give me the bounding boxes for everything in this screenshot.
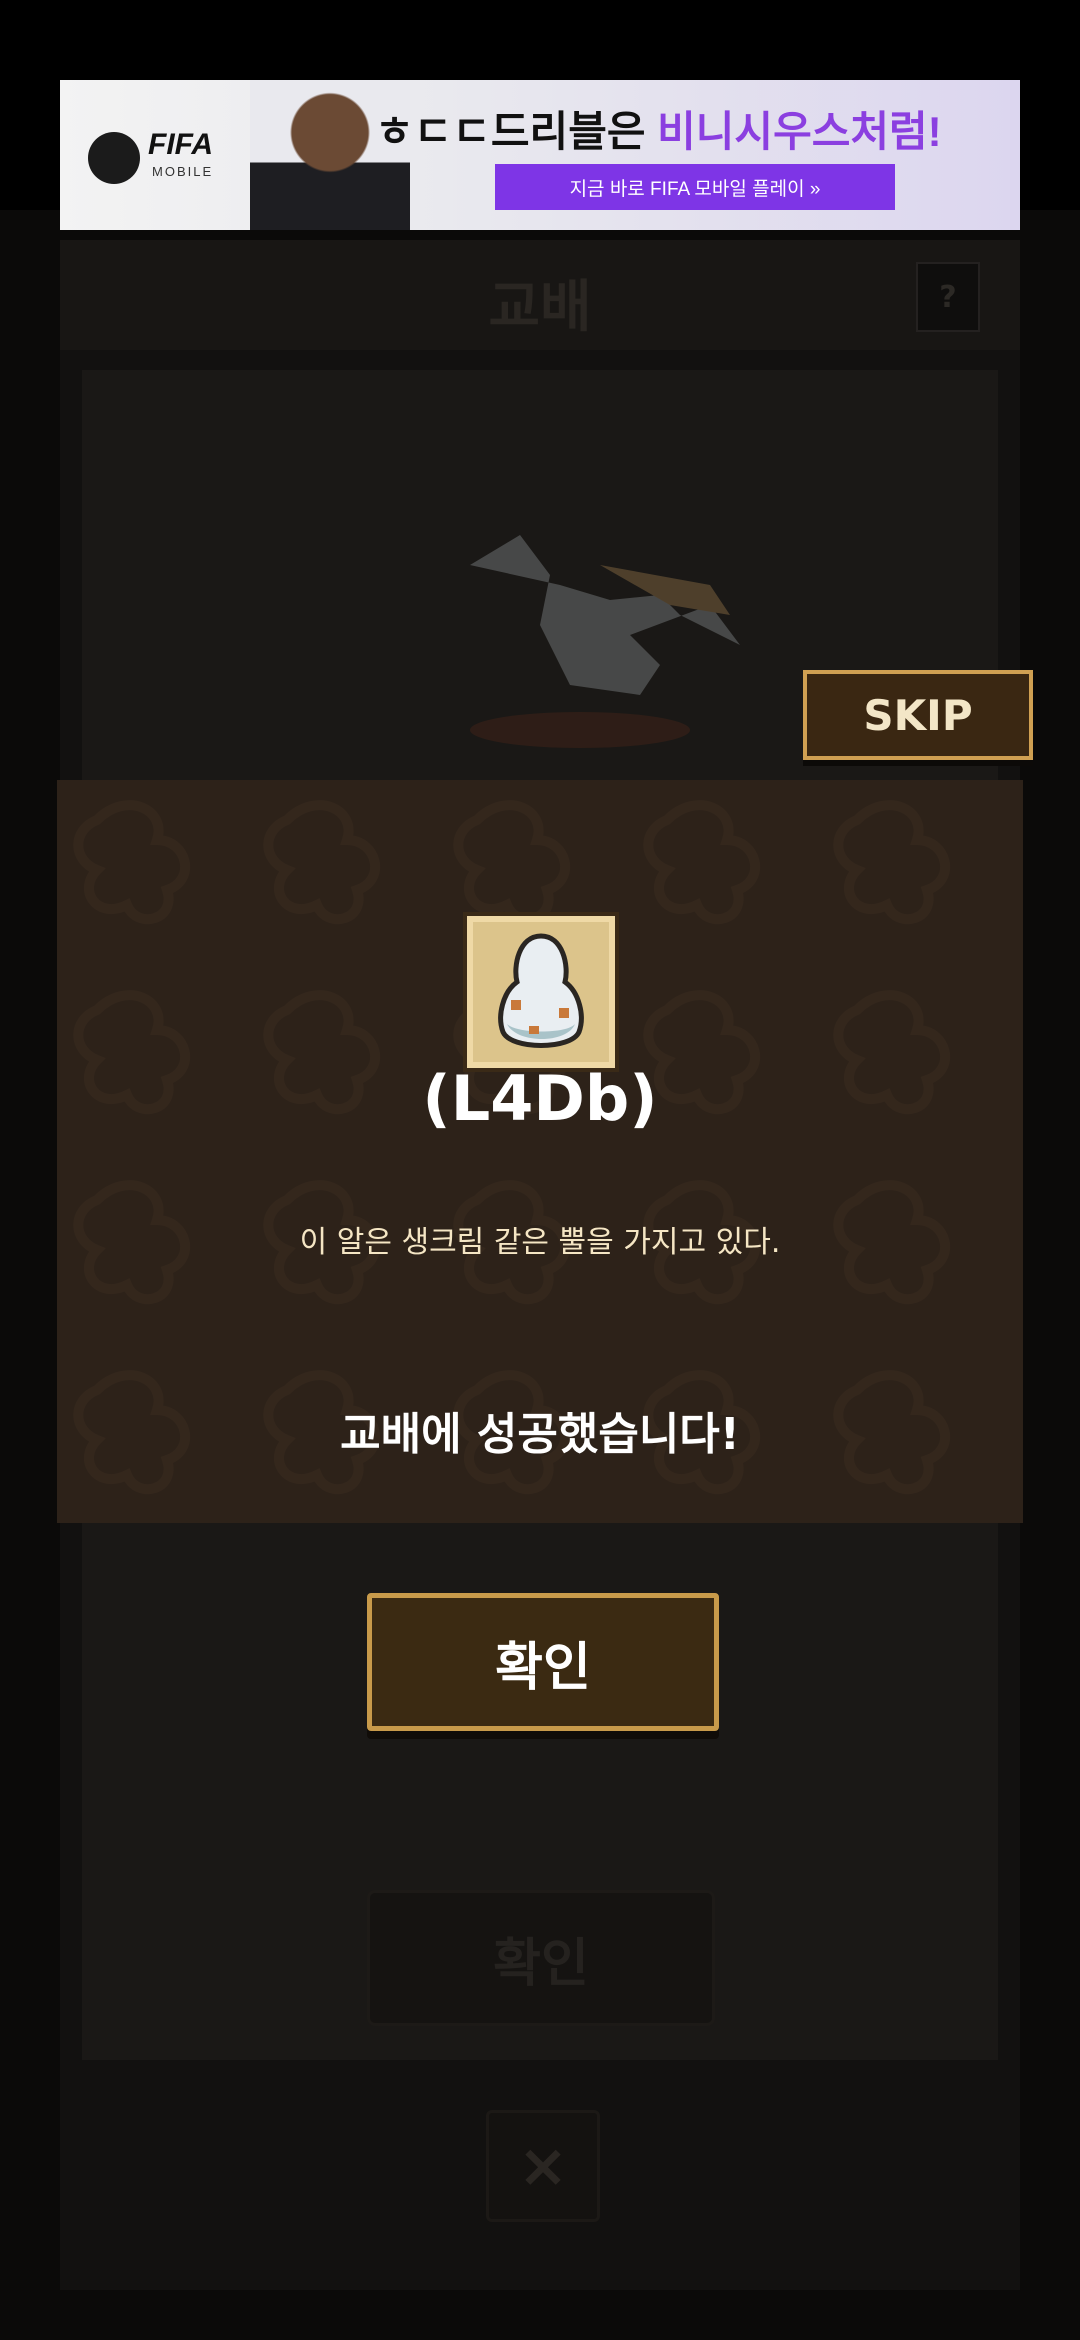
ea-logo-icon	[88, 132, 140, 184]
dialog-header: 교배 ?	[60, 240, 1020, 350]
confirm-button-background: 확인	[367, 1890, 715, 2026]
close-icon[interactable]: ×	[486, 2110, 600, 2222]
ad-brand-sub: MOBILE	[152, 164, 214, 179]
egg-icon	[498, 933, 584, 1048]
item-description: 이 알은 생크림 같은 뿔을 가지고 있다.	[299, 1225, 781, 1260]
ad-headline-part2: 비니시우스처럼!	[657, 108, 942, 155]
ad-headline: ㅎㄷㄷ드리블은 비니시우스처럼!	[375, 98, 942, 159]
ad-cta-button[interactable]: 지금 바로 FIFA 모바일 플레이 »	[495, 164, 895, 210]
ad-brand: FIFA	[148, 128, 213, 161]
dialog-title: 교배	[488, 275, 592, 340]
dragon-sprite-icon	[470, 535, 740, 748]
skip-button[interactable]: SKIP	[803, 670, 1033, 760]
item-frame	[463, 912, 619, 1072]
breeding-result-panel: (L4Db) 이 알은 생크림 같은 뿔을 가지고 있다. 교배에 성공했습니다…	[57, 780, 1023, 1523]
confirm-button[interactable]: 확인	[367, 1593, 719, 1731]
item-name: (L4Db)	[422, 1062, 658, 1135]
advertisement-banner[interactable]: FIFA MOBILE ㅎㄷㄷ드리블은 비니시우스처럼! 지금 바로 FIFA …	[60, 80, 1020, 230]
ad-headline-part1: ㅎㄷㄷ드리블은	[375, 108, 658, 155]
success-message: 교배에 성공했습니다!	[340, 1409, 740, 1460]
help-button[interactable]: ?	[916, 262, 980, 332]
